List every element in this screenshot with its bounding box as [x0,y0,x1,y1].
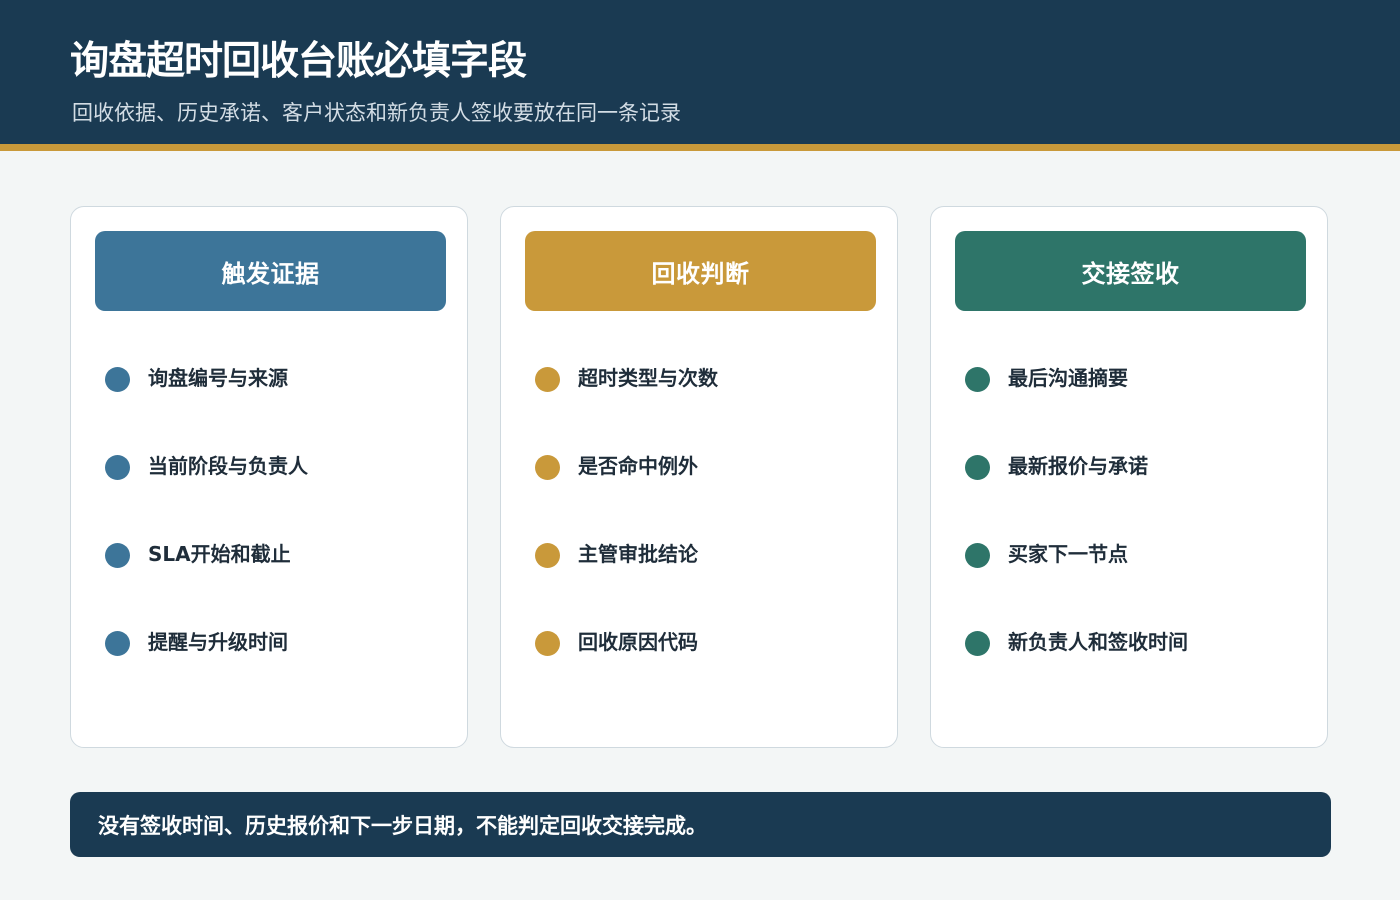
bullet-dot-icon [535,366,560,392]
item-label: 主管审批结论 [578,541,698,566]
item-label: 询盘编号与来源 [148,365,288,390]
card-title: 回收判断 [525,231,876,311]
bullet-dot-icon [965,542,990,568]
card-title: 触发证据 [95,231,446,311]
list-item: 询盘编号与来源 [105,364,288,394]
list-item: 最新报价与承诺 [965,452,1148,482]
item-label: 最新报价与承诺 [1008,453,1148,478]
card-recovery-judgment: 回收判断 超时类型与次数 是否命中例外 主管审批结论 回收原因代码 [500,206,898,748]
bullet-dot-icon [535,542,560,568]
list-item: 最后沟通摘要 [965,364,1128,394]
footer-note: 没有签收时间、历史报价和下一步日期，不能判定回收交接完成。 [98,813,707,838]
page-header: 询盘超时回收台账必填字段 回收依据、历史承诺、客户状态和新负责人签收要放在同一条… [0,0,1400,144]
item-label: 是否命中例外 [578,453,698,478]
list-item: 超时类型与次数 [535,364,718,394]
list-item: 当前阶段与负责人 [105,452,308,482]
item-label: 最后沟通摘要 [1008,365,1128,390]
bullet-dot-icon [105,454,130,480]
item-label: 超时类型与次数 [578,365,718,390]
item-label: SLA开始和截止 [148,541,291,566]
list-item: 新负责人和签收时间 [965,628,1188,658]
item-label: 回收原因代码 [578,629,698,654]
bullet-dot-icon [965,454,990,480]
bullet-dot-icon [105,630,130,656]
item-label: 买家下一节点 [1008,541,1128,566]
footer-banner: 没有签收时间、历史报价和下一步日期，不能判定回收交接完成。 [70,792,1331,857]
bullet-dot-icon [535,454,560,480]
item-label: 新负责人和签收时间 [1008,629,1188,654]
card-handover-signoff: 交接签收 最后沟通摘要 最新报价与承诺 买家下一节点 新负责人和签收时间 [930,206,1328,748]
list-item: 买家下一节点 [965,540,1128,570]
bullet-dot-icon [965,630,990,656]
list-item: SLA开始和截止 [105,540,291,570]
list-item: 主管审批结论 [535,540,698,570]
page-subtitle: 回收依据、历史承诺、客户状态和新负责人签收要放在同一条记录 [72,101,681,125]
card-title: 交接签收 [955,231,1306,311]
page-title: 询盘超时回收台账必填字段 [70,39,527,84]
bullet-dot-icon [105,366,130,392]
bullet-dot-icon [965,366,990,392]
bullet-dot-icon [105,542,130,568]
header-accent-rule [0,144,1400,151]
bullet-dot-icon [535,630,560,656]
item-label: 提醒与升级时间 [148,629,288,654]
list-item: 提醒与升级时间 [105,628,288,658]
card-trigger-evidence: 触发证据 询盘编号与来源 当前阶段与负责人 SLA开始和截止 提醒与升级时间 [70,206,468,748]
item-label: 当前阶段与负责人 [148,453,308,478]
list-item: 是否命中例外 [535,452,698,482]
list-item: 回收原因代码 [535,628,698,658]
